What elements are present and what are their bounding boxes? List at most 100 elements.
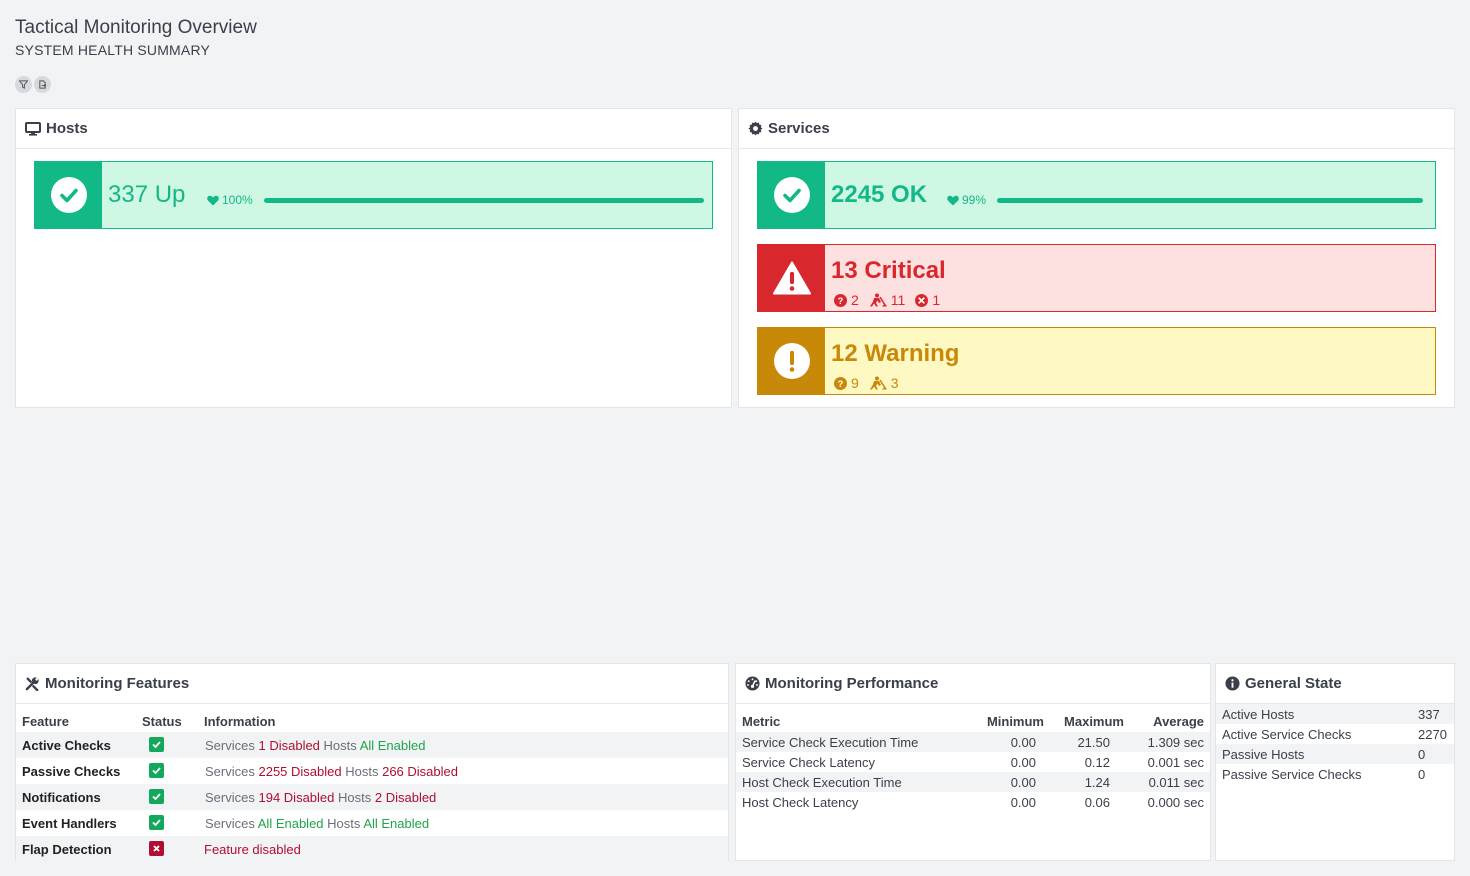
metric-name: Host Check Execution Time: [736, 772, 976, 792]
feature-toggle[interactable]: [149, 737, 164, 752]
page-subtitle: SYSTEM HEALTH SUMMARY: [15, 42, 211, 58]
metric-avg: 1.309 sec: [1130, 732, 1210, 752]
check-circle-icon: [773, 177, 810, 213]
info-hosts-value[interactable]: 266 Disabled: [382, 764, 458, 779]
feature-toggle[interactable]: [149, 789, 164, 804]
info-services-label[interactable]: Services: [205, 790, 255, 805]
general-state-panel-header: General State: [1216, 664, 1454, 704]
metric-name: Service Check Execution Time: [736, 732, 976, 752]
monitor-icon: [25, 121, 41, 136]
services-health: 99%: [947, 193, 986, 207]
info-hosts-label[interactable]: Hosts: [327, 816, 360, 831]
question-circle-icon: ?: [834, 293, 847, 307]
warning-unknown[interactable]: ? 9: [834, 375, 859, 391]
metric-avg: 0.001 sec: [1147, 754, 1204, 770]
table-row: Service Check Latency 0.00 0.12 0.001 se…: [736, 752, 1210, 772]
info-hosts-value[interactable]: 2 Disabled: [375, 790, 436, 805]
metric-min: 0.00: [1010, 754, 1036, 770]
column-header: Minimum: [986, 713, 1044, 729]
info-hosts-label[interactable]: Hosts: [338, 790, 371, 805]
critical-unknown[interactable]: ? 2: [834, 292, 859, 308]
info-circle-icon: [1225, 676, 1240, 691]
info-hosts-value[interactable]: All Enabled: [363, 816, 429, 831]
feature-name: Event Handlers: [22, 815, 117, 831]
filter-button[interactable]: [15, 76, 32, 93]
metric-avg: 0.011 sec: [1130, 772, 1210, 792]
services-health-bar: [997, 198, 1423, 203]
critical-acknowledged[interactable]: 11: [869, 292, 905, 308]
table-row: Passive Service Checks 0: [1216, 764, 1454, 784]
info-feature-disabled[interactable]: Feature disabled: [204, 842, 301, 857]
state-value: 2270: [1418, 726, 1447, 742]
features-panel-header: Monitoring Features: [16, 664, 728, 704]
services-critical-box[interactable]: 13 Critical ? 2 11 1: [757, 244, 1436, 312]
filter-icon: [19, 80, 28, 89]
svg-text:?: ?: [838, 296, 844, 306]
feature-info: Feature disabled: [198, 836, 728, 862]
services-panel: Services 2245 OK 99% 13 Critical ? 2 11 …: [738, 108, 1455, 408]
feature-toggle[interactable]: [149, 841, 164, 856]
info-services-label[interactable]: Services: [205, 816, 255, 831]
warning-acknowledged[interactable]: 3: [869, 375, 899, 391]
check-icon: [152, 819, 161, 827]
feature-name: Flap Detection: [16, 836, 136, 862]
metric-min: 0.00: [976, 772, 1050, 792]
info-hosts-label[interactable]: Hosts: [324, 738, 357, 753]
info-services-value[interactable]: 194 Disabled: [258, 790, 334, 805]
info-services-label[interactable]: Services: [205, 738, 255, 753]
critical-unknown-count: 2: [851, 292, 859, 308]
critical-unhandled[interactable]: 1: [915, 292, 940, 308]
feature-info: Services 1 Disabled Hosts All Enabled: [198, 732, 728, 758]
performance-table: Metric Minimum Maximum Average Service C…: [736, 710, 1210, 812]
digging-person-icon: [869, 293, 887, 307]
table-row: Host Check Execution Time 0.00 1.24 0.01…: [736, 772, 1210, 792]
services-warning-breakdown: ? 9 3: [834, 375, 909, 391]
feature-toggle[interactable]: [149, 763, 164, 778]
hosts-up-box[interactable]: 337 Up 100%: [34, 161, 713, 229]
check-circle-icon: [50, 177, 87, 213]
column-header: Average: [1153, 713, 1204, 729]
hosts-panel-title: Hosts: [46, 120, 88, 137]
warning-acknowledged-count: 3: [890, 375, 899, 391]
hosts-up-icon-area: [35, 162, 102, 228]
services-panel-header: Services: [739, 109, 1454, 149]
dashboard-gauge-icon: [745, 676, 760, 691]
question-circle-icon: ?: [834, 376, 847, 390]
services-panel-title: Services: [768, 120, 830, 137]
table-row: Service Check Execution Time 0.00 21.50 …: [736, 732, 1210, 752]
metric-name: Host Check Latency: [742, 794, 859, 810]
services-critical-icon-area: [758, 245, 825, 311]
table-row: Notifications Services 194 Disabled Host…: [16, 784, 728, 810]
performance-panel-header: Monitoring Performance: [736, 664, 1210, 704]
state-value: 0: [1418, 766, 1426, 782]
info-hosts-label[interactable]: Hosts: [345, 764, 378, 779]
feature-toggle[interactable]: [149, 815, 164, 830]
services-ok-box[interactable]: 2245 OK 99%: [757, 161, 1436, 229]
table-row: Passive Checks Services 2255 Disabled Ho…: [16, 758, 728, 784]
state-value: 337: [1412, 704, 1454, 724]
info-hosts-value[interactable]: All Enabled: [360, 738, 426, 753]
document-icon: [39, 80, 47, 89]
general-state-table: Active Hosts 337 Active Service Checks 2…: [1216, 704, 1454, 784]
services-warning-box[interactable]: 12 Warning ? 9 3: [757, 327, 1436, 395]
export-button[interactable]: [34, 76, 51, 93]
x-circle-icon: [915, 293, 929, 307]
metric-min: 0.00: [976, 732, 1050, 752]
info-services-value[interactable]: 2255 Disabled: [258, 764, 341, 779]
tools-icon: [25, 677, 39, 691]
metric-avg: 0.000 sec: [1147, 794, 1204, 810]
services-health-value: 99%: [962, 193, 987, 207]
feature-info: Services All Enabled Hosts All Enabled: [198, 810, 728, 836]
info-services-value[interactable]: All Enabled: [258, 816, 324, 831]
feature-info: Services 2255 Disabled Hosts 266 Disable…: [198, 758, 728, 784]
metric-min: 0.00: [1010, 794, 1036, 810]
column-header: Information: [204, 713, 276, 729]
feature-name: Notifications: [16, 784, 136, 810]
x-icon: [153, 845, 160, 852]
services-ok-count: 2245 OK: [831, 181, 928, 208]
info-services-value[interactable]: 1 Disabled: [258, 738, 319, 753]
metric-max: 0.06: [1084, 794, 1110, 810]
column-header: Feature: [22, 713, 69, 729]
metric-max: 0.12: [1084, 754, 1110, 770]
info-services-label[interactable]: Services: [205, 764, 255, 779]
